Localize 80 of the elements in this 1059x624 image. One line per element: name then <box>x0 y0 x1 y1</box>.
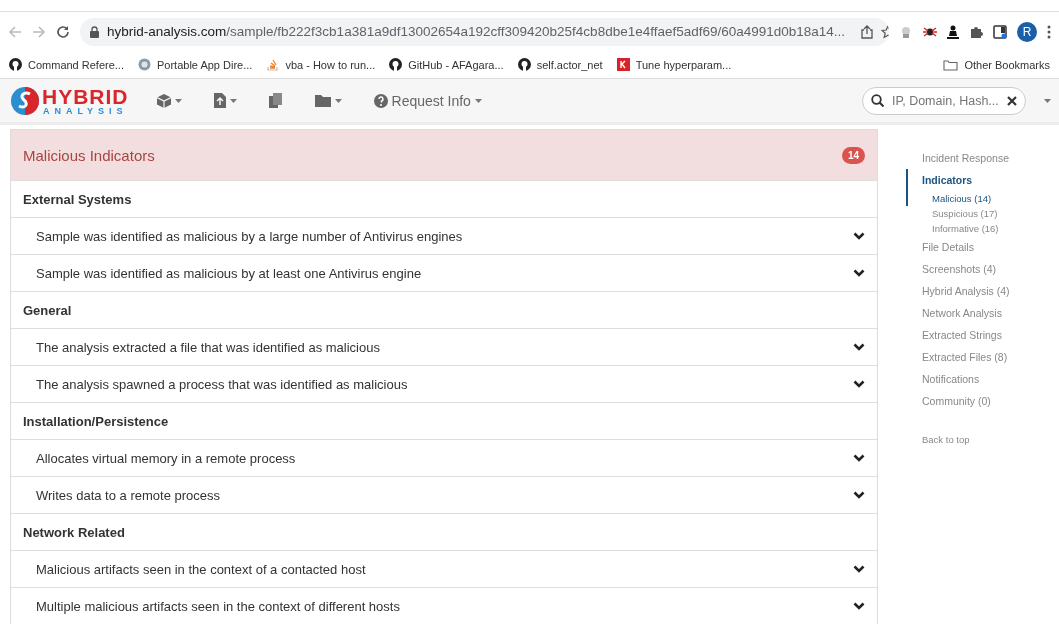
globe-icon <box>138 58 151 71</box>
indicator-text: Writes data to a remote process <box>36 487 220 503</box>
back-to-top-link[interactable]: Back to top <box>906 434 1010 445</box>
search-icon <box>871 94 884 107</box>
bookmark[interactable]: self.actor_net <box>512 56 608 73</box>
cube-icon <box>156 93 171 108</box>
indicator-text: Sample was identified as malicious by at least one Antivirus engine <box>36 265 422 281</box>
sidebar-link[interactable]: Hybrid Analysis (4) <box>906 280 1010 302</box>
bookmark[interactable]: Tune hyperparam... <box>611 56 737 73</box>
more-menu-icon[interactable] <box>1047 24 1051 39</box>
caret-icon <box>174 98 182 103</box>
indicator-text: Allocates virtual memory in a remote process <box>36 450 296 466</box>
url-text: hybrid-analysis.com/sample/fb222f3cb1a381a9df13002654a192cff309420b25f4cb8dbe1e4ffaef5adf69/60a4991d0b18a14... <box>107 24 846 39</box>
request-info-menu[interactable]: Request Info <box>369 88 486 113</box>
sidebar-link[interactable]: Extracted Files (8) <box>906 346 1010 368</box>
share-icon[interactable] <box>861 24 874 39</box>
folder-icon <box>314 94 331 107</box>
github-icon <box>389 58 403 71</box>
bookmark[interactable]: Portable App Dire... <box>133 56 258 73</box>
chess-piece-icon[interactable] <box>947 24 959 39</box>
panel-title: Malicious Indicators <box>23 146 155 164</box>
count-badge: 14 <box>841 146 865 164</box>
caret-icon <box>229 98 237 103</box>
indicator-text: Multiple malicious artifacts seen in the context of different hosts <box>36 598 400 614</box>
sidebar-link[interactable]: Extracted Strings <box>906 324 1010 346</box>
copy-icon <box>268 93 283 108</box>
indicator-row[interactable]: Writes data to a remote process <box>11 477 877 514</box>
file-upload-icon <box>213 93 226 108</box>
sidebar-link[interactable]: Incident Response <box>906 147 1010 169</box>
sidebar-link[interactable]: File Details <box>906 236 1010 258</box>
indicator-text: Malicious artifacts seen in the context of a contacted host <box>36 561 366 577</box>
sidebar-sublink[interactable]: Informative (16) <box>906 221 1010 236</box>
address-bar[interactable]: hybrid-analysis.com/sample/fb222f3cb1a381a9df13002654a192cff309420b25f4cb8dbe1e4ffaef5adf69/60a4991d0b18a14... <box>80 17 889 46</box>
sidebar-link[interactable]: Network Analysis <box>906 302 1010 324</box>
indicator-row[interactable]: Sample was identified as malicious by a large number of Antivirus engines <box>11 218 877 255</box>
logo-icon <box>10 85 40 116</box>
indicator-text: The analysis spawned a process that was identified as malicious <box>36 376 408 392</box>
folder-icon <box>943 58 959 71</box>
sidebar-link[interactable]: Notifications <box>906 368 1010 390</box>
lock-icon <box>90 25 99 38</box>
puzzle-icon[interactable] <box>969 24 983 39</box>
caret-icon <box>334 98 342 103</box>
search-field[interactable]: IP, Domain, Hash... <box>890 92 1001 109</box>
category-heading: General <box>11 292 877 329</box>
help-icon <box>373 93 388 108</box>
sidebar-sublink[interactable]: Suspicious (17) <box>906 206 1010 221</box>
stack-icon <box>266 58 280 71</box>
search-bar[interactable]: IP, Domain, Hash... <box>862 86 1026 115</box>
letter-tile-icon <box>616 58 630 71</box>
caret-icon <box>474 98 482 103</box>
indicator-text: The analysis extracted a file that was identified as malicious <box>36 339 380 355</box>
sidebar-sublink[interactable]: Malicious (14) <box>906 191 1010 206</box>
indicator-row[interactable]: Sample was identified as malicious by at least one Antivirus engine <box>11 255 877 292</box>
profile-avatar[interactable]: R <box>1017 21 1037 42</box>
close-icon[interactable] <box>1007 95 1017 106</box>
reload-icon[interactable] <box>56 24 70 39</box>
category-heading: Network Related <box>11 514 877 551</box>
sidebar-icon[interactable] <box>993 24 1007 39</box>
bookmark[interactable]: Command Refere... <box>4 56 129 73</box>
github-icon <box>9 58 22 71</box>
indicator-row[interactable]: Multiple malicious artifacts seen in the context of different hosts <box>11 588 877 624</box>
indicator-text: Sample was identified as malicious by a large number of Antivirus engines <box>36 228 463 244</box>
panel-header[interactable]: Malicious Indicators 14 <box>11 130 877 181</box>
indicator-row[interactable]: Malicious artifacts seen in the context of a contacted host <box>11 551 877 588</box>
indicator-row[interactable]: The analysis extracted a file that was identified as malicious <box>11 329 877 366</box>
sidebar-link[interactable]: Indicators <box>906 169 1010 191</box>
sidebar-link[interactable]: Community (0) <box>906 390 1010 412</box>
bookmark[interactable]: GitHub - AFAgara... <box>384 56 509 73</box>
category-heading: Installation/Persistence <box>11 403 877 440</box>
github-icon <box>517 58 531 71</box>
logo-text: HYBRID <box>42 85 129 107</box>
sidebar-link[interactable]: Screenshots (4) <box>906 258 1010 280</box>
logo-subtitle: ANALYSIS <box>42 106 128 116</box>
caret-icon[interactable] <box>1044 98 1051 103</box>
category-heading: External Systems <box>11 181 877 218</box>
indicator-row[interactable]: Allocates virtual memory in a remote process <box>11 440 877 477</box>
bookmark[interactable]: vba - How to run... <box>261 56 381 73</box>
extension-icon[interactable] <box>899 24 913 39</box>
bookmarks-folder[interactable]: Other Bookmarks <box>938 56 1055 73</box>
indicator-row[interactable]: The analysis spawned a process that was identified as malicious <box>11 366 877 403</box>
